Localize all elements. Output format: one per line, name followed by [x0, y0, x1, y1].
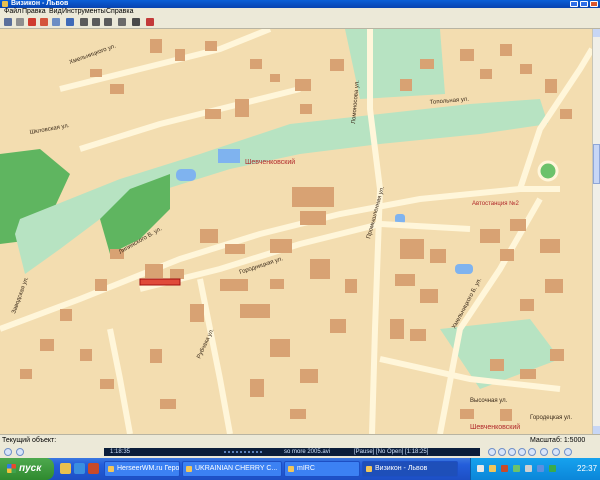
- player-status: [Pause] [No Open] [1:18:25]: [354, 449, 429, 455]
- toolbar: [0, 16, 600, 29]
- roundabout: [537, 160, 559, 182]
- windows-flag-icon: [7, 464, 16, 473]
- street-label-11: Высочная ул.: [470, 398, 508, 404]
- task-vizikon[interactable]: Визикон - Львов: [362, 461, 458, 477]
- menu-edit[interactable]: Правка: [22, 8, 46, 16]
- player-open-icon[interactable]: [528, 448, 536, 456]
- district-label: Шевченковский: [470, 423, 520, 431]
- grid-icon[interactable]: [52, 18, 60, 26]
- info-icon[interactable]: [118, 18, 126, 26]
- zoom-in-icon[interactable]: [80, 18, 88, 26]
- player-stop-icon[interactable]: [508, 448, 516, 456]
- bus-station-label: Автостанция №2: [472, 200, 520, 207]
- system-tray: 22:37: [470, 458, 600, 480]
- water-pond-2: [176, 169, 196, 181]
- start-button[interactable]: пуск: [0, 458, 54, 480]
- scroll-down-icon[interactable]: [593, 426, 600, 434]
- layers-icon[interactable]: [146, 18, 154, 26]
- player-time: 1:18:35: [110, 449, 131, 455]
- highlighted-building[interactable]: [139, 278, 181, 286]
- street-label-1: Хмельницкого ул.: [69, 43, 118, 66]
- zoom-out-icon[interactable]: [92, 18, 100, 26]
- street-label-8: Шкловская ул.: [29, 123, 70, 136]
- player-back-icon[interactable]: [4, 448, 12, 456]
- select-icon[interactable]: [28, 18, 36, 26]
- menu-file[interactable]: Файл: [4, 8, 21, 16]
- window-title: Визикон - Львов: [11, 0, 69, 7]
- task-mirc[interactable]: mIRC: [284, 461, 360, 477]
- tray-app-icon[interactable]: [489, 465, 496, 472]
- player-pause-icon[interactable]: [498, 448, 506, 456]
- map-view[interactable]: Хмельницкого ул. Топольная ул. Липинског…: [0, 29, 592, 434]
- clock[interactable]: 22:37: [577, 458, 597, 480]
- minimize-button[interactable]: [570, 1, 578, 7]
- language-icon[interactable]: [537, 465, 544, 472]
- street-label-6: Заводская ул.: [11, 276, 30, 315]
- close-button[interactable]: [590, 1, 598, 7]
- menu-help[interactable]: Справка: [106, 8, 133, 16]
- player-volume-icon[interactable]: [540, 448, 548, 456]
- target-icon[interactable]: [66, 18, 74, 26]
- player-display: 1:18:35 so more 2005.avi [Pause] [No Ope…: [104, 448, 480, 456]
- menu-tools[interactable]: Инструменты: [62, 8, 106, 16]
- player-playlist-icon[interactable]: [564, 448, 572, 456]
- map-canvas[interactable]: Хмельницкого ул. Топольная ул. Липинског…: [0, 29, 592, 434]
- task-ukrainian-cherry[interactable]: UKRAINIAN CHERRY C...: [182, 461, 282, 477]
- pointer-icon[interactable]: [4, 18, 12, 26]
- scroll-up-icon[interactable]: [593, 29, 600, 37]
- task-icon: [186, 466, 192, 472]
- road-south-1: [197, 278, 233, 434]
- menu-bar: Файл Правка Вид Инструменты Справка: [0, 8, 600, 16]
- player-play-icon[interactable]: [16, 448, 24, 456]
- pan-icon[interactable]: [16, 18, 24, 26]
- road-north-1: [59, 29, 272, 92]
- street-label-12: Городецкая ул.: [530, 415, 572, 421]
- water-pond-3: [455, 264, 473, 274]
- maximize-button[interactable]: [580, 1, 588, 7]
- tray-green-icon[interactable]: [513, 465, 520, 472]
- browser-icon[interactable]: [74, 463, 85, 474]
- title-bar: Визикон - Львов: [0, 0, 600, 8]
- taskbar: пуск HerseerWM.ru Герои... UKRAINIAN CHE…: [0, 458, 600, 480]
- measure-icon[interactable]: [40, 18, 48, 26]
- app-icon: [2, 1, 8, 7]
- folder-icon[interactable]: [60, 463, 71, 474]
- scroll-thumb[interactable]: [593, 144, 600, 184]
- media-icon[interactable]: [88, 463, 99, 474]
- player-file: so more 2005.avi: [284, 449, 331, 455]
- search-icon[interactable]: [104, 18, 112, 26]
- task-icon: [108, 466, 114, 472]
- street-label-2: Топольная ул.: [430, 97, 470, 106]
- task-heroes[interactable]: HerseerWM.ru Герои...: [104, 461, 180, 477]
- task-icon: [288, 466, 294, 472]
- volume-icon[interactable]: [525, 465, 532, 472]
- player-next-icon[interactable]: [518, 448, 526, 456]
- map-scrollbar[interactable]: [592, 29, 600, 434]
- player-prev-icon[interactable]: [488, 448, 496, 456]
- menu-view[interactable]: Вид: [49, 8, 62, 16]
- antivirus-icon[interactable]: [501, 465, 508, 472]
- player-eq-icon[interactable]: [552, 448, 560, 456]
- print-icon[interactable]: [132, 18, 140, 26]
- task-icon: [366, 466, 372, 472]
- water-pond-1: [218, 149, 240, 163]
- network-icon[interactable]: [477, 465, 484, 472]
- tray-misc-icon[interactable]: [549, 465, 556, 472]
- player-progress: [224, 451, 264, 453]
- player-strip: 1:18:35 so more 2005.avi [Pause] [No Ope…: [0, 446, 600, 458]
- area-label: Шевченковский: [245, 158, 295, 166]
